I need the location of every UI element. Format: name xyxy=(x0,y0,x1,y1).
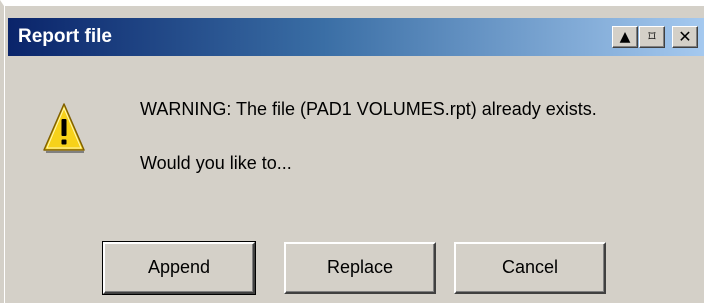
replace-button[interactable]: Replace xyxy=(284,242,436,294)
cancel-button[interactable]: Cancel xyxy=(454,242,606,294)
warning-message: WARNING: The file (PAD1 VOLUMES.rpt) alr… xyxy=(140,99,597,119)
warning-icon xyxy=(43,103,85,153)
roll-up-button[interactable]: ▲ xyxy=(612,26,638,48)
pin-icon: ⌑ xyxy=(648,29,656,45)
question-message: Would you like to... xyxy=(140,153,292,173)
window-title: Report file xyxy=(18,26,112,47)
pin-button[interactable]: ⌑ xyxy=(639,26,665,48)
report-file-dialog: Report file ▲ ⌑ ✕ WARNING: The file (PAD… xyxy=(0,0,704,303)
close-icon: ✕ xyxy=(678,27,692,46)
append-button[interactable]: Append xyxy=(102,241,256,295)
close-button[interactable]: ✕ xyxy=(672,26,698,48)
title-bar[interactable]: Report file ▲ ⌑ ✕ xyxy=(8,18,704,56)
triangle-up-icon: ▲ xyxy=(619,29,631,45)
